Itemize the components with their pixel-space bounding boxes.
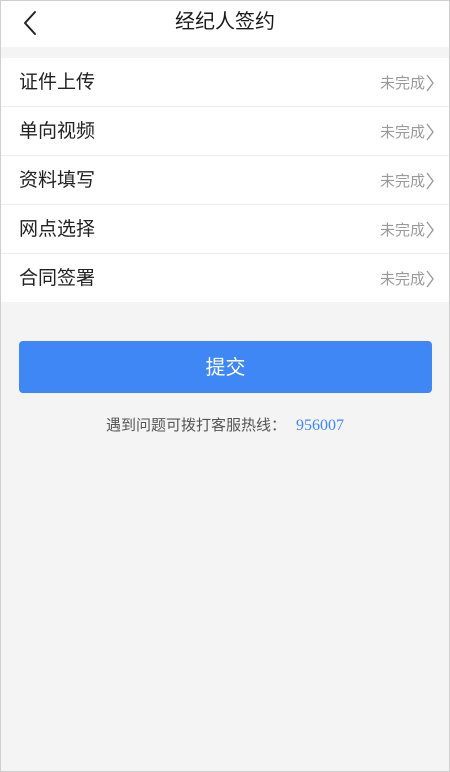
step-status: 未完成 [379, 221, 425, 239]
chevron-right-icon [426, 123, 434, 141]
chevron-right-icon [426, 221, 434, 239]
page-title: 经纪人签约 [175, 9, 275, 33]
step-label: 网点选择 [19, 218, 96, 240]
step-branch-select[interactable]: 网点选择 未完成 [1, 205, 449, 254]
help-text: 遇到问题可拨打客服热线： [105, 416, 286, 434]
step-one-way-video[interactable]: 单向视频 未完成 [1, 107, 449, 156]
step-label: 证件上传 [19, 71, 96, 93]
step-label: 单向视频 [19, 120, 96, 142]
nav-bar: 经纪人签约 [1, 1, 449, 47]
step-id-upload[interactable]: 证件上传 未完成 [1, 58, 449, 107]
step-status: 未完成 [379, 123, 425, 141]
signing-steps-list: 证件上传 未完成 单向视频 未完成 资料填写 未完成 网点选择 未完成 合同签署… [1, 58, 449, 302]
step-label: 资料填写 [19, 169, 96, 191]
step-label: 合同签署 [19, 267, 96, 289]
step-info-fill[interactable]: 资料填写 未完成 [1, 156, 449, 205]
step-contract-sign[interactable]: 合同签署 未完成 [1, 254, 449, 302]
step-status: 未完成 [379, 172, 425, 190]
chevron-right-icon [426, 270, 434, 288]
hotline-phone-link[interactable]: 956007 [296, 417, 344, 434]
step-status: 未完成 [379, 74, 425, 92]
chevron-right-icon [426, 74, 434, 92]
submit-button[interactable]: 提交 [19, 341, 432, 393]
chevron-right-icon [426, 172, 434, 190]
app-screen: 经纪人签约 证件上传 未完成 单向视频 未完成 资料填写 未完成 网点选择 未完… [0, 0, 450, 772]
step-status: 未完成 [379, 270, 425, 288]
help-line: 遇到问题可拨打客服热线： 956007 [1, 415, 449, 436]
